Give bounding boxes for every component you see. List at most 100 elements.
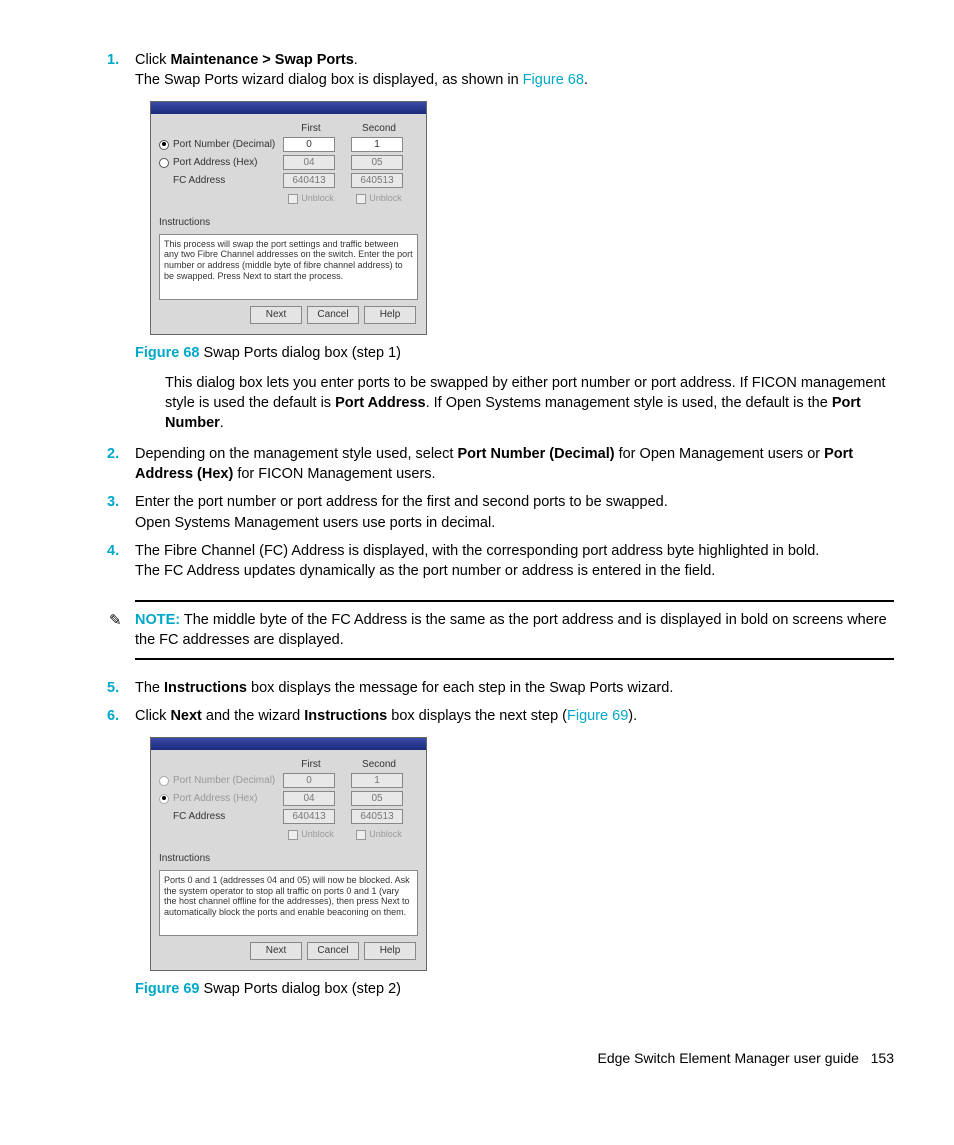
second-port-address-field: 05 [351,791,403,806]
text: Enter the port number or port address fo… [135,494,668,510]
text: for Open Management users or [615,446,825,462]
swap-ports-dialog-step1: First Second Port Number (Decimal) 0 1 P… [150,101,427,335]
figure-text: Swap Ports dialog box (step 2) [199,981,401,997]
second-unblock: Unblock [351,828,407,841]
figure-link-69[interactable]: Figure 69 [567,708,628,724]
first-fc-address-field: 640413 [283,173,335,188]
text: . [354,52,358,68]
checkbox-icon [288,194,298,204]
figure-68-caption: Figure 68 Swap Ports dialog box (step 1) [135,343,894,363]
step-number: 2. [107,444,119,464]
first-port-address-field: 04 [283,155,335,170]
step-1: 1. Click Maintenance > Swap Ports. The S… [135,50,894,91]
text-bold: Port Number (Decimal) [457,446,614,462]
dialog-header-row: First Second [159,758,418,772]
figure-label: Figure 69 [135,981,199,997]
next-button[interactable]: Next [250,306,302,324]
text: and the wizard [202,708,304,724]
page-footer: Edge Switch Element Manager user guide 1… [60,1049,894,1069]
step-3: 3. Enter the port number or port address… [135,492,894,533]
checkbox-icon [356,830,366,840]
text: The [135,680,164,696]
radio-port-address [159,794,169,804]
col-first: First [283,758,339,772]
instructions-box: This process will swap the port settings… [159,234,418,300]
text: . If Open Systems management style is us… [426,395,832,411]
dialog-titlebar [151,102,426,114]
row-port-address[interactable]: Port Address (Hex) [159,156,283,170]
figure-69-caption: Figure 69 Swap Ports dialog box (step 2) [135,979,894,999]
radio-port-number [159,776,169,786]
first-unblock: Unblock [283,828,339,841]
first-fc-address-field: 640413 [283,809,335,824]
second-fc-address-field: 640513 [351,173,403,188]
second-unblock: Unblock [351,192,407,205]
paragraph-intro: This dialog box lets you enter ports to … [165,373,894,434]
second-fc-address-field: 640513 [351,809,403,824]
step-5: 5. The Instructions box displays the mes… [135,678,894,698]
instructions-box: Ports 0 and 1 (addresses 04 and 05) will… [159,870,418,936]
text: Click [135,52,170,68]
step-number: 5. [107,678,119,698]
help-button[interactable]: Help [364,942,416,960]
col-second: Second [351,122,407,136]
first-port-number-field[interactable]: 0 [283,137,335,152]
text: The Fibre Channel (FC) Address is displa… [135,543,819,559]
text-bold: Next [170,708,201,724]
text: box displays the message for each step i… [247,680,673,696]
cancel-button[interactable]: Cancel [307,942,359,960]
dialog-titlebar [151,738,426,750]
second-port-address-field: 05 [351,155,403,170]
row-port-number: Port Number (Decimal) [159,774,283,788]
step-4: 4. The Fibre Channel (FC) Address is dis… [135,541,894,582]
row-fc-address: FC Address [159,810,283,824]
text: . [584,72,588,88]
text-bold: Port Address [335,395,426,411]
note-label: NOTE: [135,612,180,628]
text: Open Systems Management users use ports … [135,515,495,531]
next-button[interactable]: Next [250,942,302,960]
text: for FICON Management users. [233,466,435,482]
figure-text: Swap Ports dialog box (step 1) [199,345,401,361]
dialog-header-row: First Second [159,122,418,136]
instructions-label: Instructions [159,852,418,866]
footer-title: Edge Switch Element Manager user guide [597,1050,858,1066]
instructions-label: Instructions [159,216,418,230]
note-rule-top [135,600,894,602]
row-fc-address: FC Address [159,174,283,188]
text-bold: Instructions [304,708,387,724]
row-port-number[interactable]: Port Number (Decimal) [159,138,283,152]
text: . [220,415,224,431]
page-number: 153 [871,1050,894,1066]
text: Click [135,708,170,724]
note-rule-bottom [135,658,894,660]
radio-port-address[interactable] [159,158,169,168]
figure-link-68[interactable]: Figure 68 [523,72,584,88]
text: Depending on the management style used, … [135,446,457,462]
text: The FC Address updates dynamically as th… [135,563,715,579]
note-icon: ✎ [109,610,122,631]
text-bold: Instructions [164,680,247,696]
first-port-address-field: 04 [283,791,335,806]
first-unblock: Unblock [283,192,339,205]
radio-port-number[interactable] [159,140,169,150]
text: The Swap Ports wizard dialog box is disp… [135,72,523,88]
col-second: Second [351,758,407,772]
second-port-number-field: 1 [351,773,403,788]
step-number: 3. [107,492,119,512]
text: box displays the next step ( [387,708,567,724]
second-port-number-field[interactable]: 1 [351,137,403,152]
checkbox-icon [288,830,298,840]
step-number: 6. [107,706,119,726]
step-number: 4. [107,541,119,561]
swap-ports-dialog-step2: First Second Port Number (Decimal) 0 1 P… [150,737,427,971]
col-first: First [283,122,339,136]
step-2: 2. Depending on the management style use… [135,444,894,485]
menu-path: Maintenance > Swap Ports [170,52,353,68]
help-button[interactable]: Help [364,306,416,324]
step-number: 1. [107,50,119,70]
step-text: Click Maintenance > Swap Ports. The Swap… [135,50,894,91]
first-port-number-field: 0 [283,773,335,788]
step-6: 6. Click Next and the wizard Instruction… [135,706,894,726]
cancel-button[interactable]: Cancel [307,306,359,324]
